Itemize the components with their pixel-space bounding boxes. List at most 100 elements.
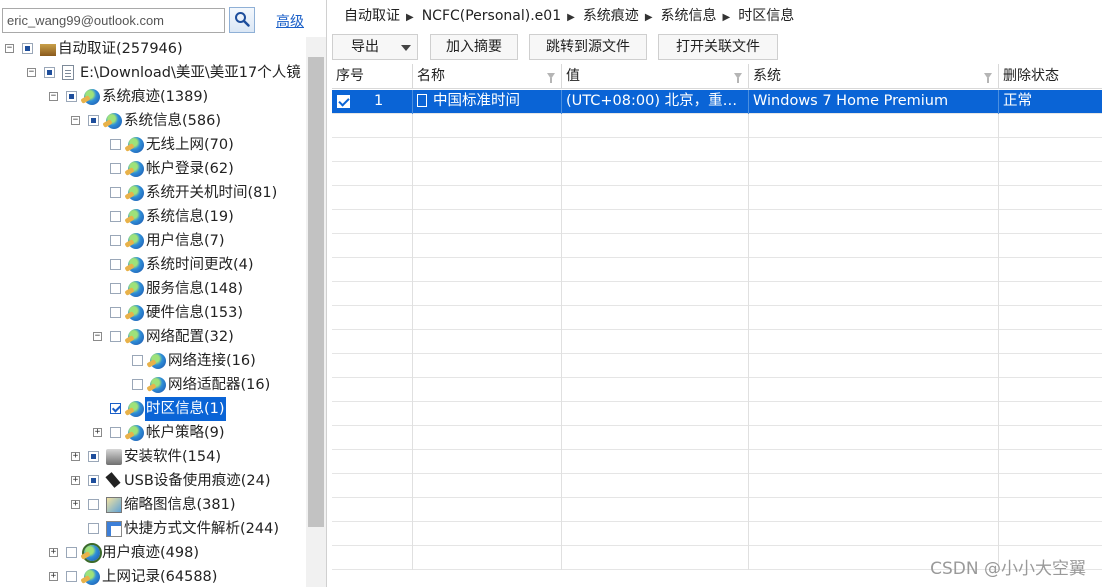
tree-checkbox[interactable] <box>66 91 77 102</box>
tree-checkbox[interactable] <box>132 379 143 390</box>
result-grid: 序号 名称 值 系统 删除状态 1 中国标准时间 (UTC+08:00) 北京，重庆… <box>332 64 1102 587</box>
tree-node[interactable]: 网络适配器(16) <box>0 373 306 397</box>
tree-checkbox[interactable] <box>88 523 99 534</box>
tree-checkbox[interactable] <box>66 571 77 582</box>
breadcrumb-item[interactable]: 自动取证 <box>344 8 400 24</box>
tree-node[interactable]: 服务信息(148) <box>0 277 306 301</box>
tree-node[interactable]: + 用户痕迹(498) <box>0 541 306 565</box>
open-related-file-button[interactable]: 打开关联文件 <box>658 34 778 60</box>
tree-node[interactable]: − 系统痕迹(1389) <box>0 85 306 109</box>
expand-icon[interactable]: + <box>71 500 80 509</box>
table-row-empty <box>332 210 1102 234</box>
tree-node[interactable]: 网络连接(16) <box>0 349 306 373</box>
empty-cell <box>413 234 562 258</box>
tree-checkbox[interactable] <box>110 283 121 294</box>
search-button[interactable] <box>229 7 255 33</box>
tree-checkbox[interactable] <box>110 427 121 438</box>
column-header-value[interactable]: 值 <box>562 64 749 89</box>
tree-checkbox[interactable] <box>110 139 121 150</box>
tree-checkbox[interactable] <box>110 259 121 270</box>
empty-cell <box>332 114 413 138</box>
empty-cell <box>749 498 999 522</box>
column-header-name[interactable]: 名称 <box>413 64 562 89</box>
tree-checkbox[interactable] <box>22 43 33 54</box>
tree-checkbox[interactable] <box>110 403 121 414</box>
tree-checkbox[interactable] <box>44 67 55 78</box>
tree-checkbox[interactable] <box>110 187 121 198</box>
jump-to-source-button[interactable]: 跳转到源文件 <box>529 34 647 60</box>
collapse-icon[interactable]: − <box>93 332 102 341</box>
breadcrumb-item[interactable]: 系统痕迹 <box>583 8 639 24</box>
case-icon <box>40 44 56 56</box>
collapse-icon[interactable]: − <box>71 116 80 125</box>
tree-node[interactable]: 系统信息(19) <box>0 205 306 229</box>
globe-icon <box>128 281 144 297</box>
tree-node[interactable]: − E:\Download\美亚\美亚17个人镜 <box>0 61 306 85</box>
tree-node[interactable]: − 自动取证(257946) <box>0 37 306 61</box>
breadcrumb-separator-icon: ▶ <box>406 12 414 23</box>
column-header-delete-status[interactable]: 删除状态 <box>999 64 1102 89</box>
tree-checkbox[interactable] <box>110 331 121 342</box>
collapse-icon[interactable]: − <box>5 44 14 53</box>
tree-checkbox[interactable] <box>66 547 77 558</box>
row-index: 1 <box>374 93 384 109</box>
tree-checkbox[interactable] <box>88 475 99 486</box>
expand-icon[interactable]: + <box>49 572 58 581</box>
tree-checkbox[interactable] <box>110 307 121 318</box>
breadcrumb-item[interactable]: 时区信息 <box>738 8 794 24</box>
advanced-search-link[interactable]: 高级 <box>276 11 304 31</box>
tree-node[interactable]: 时区信息(1) <box>0 397 306 421</box>
add-summary-button[interactable]: 加入摘要 <box>430 34 518 60</box>
tree-node[interactable]: 硬件信息(153) <box>0 301 306 325</box>
tree-node-label: 网络连接(16) <box>168 353 256 369</box>
collapse-icon[interactable]: − <box>27 68 36 77</box>
filter-icon[interactable] <box>734 73 742 83</box>
empty-cell <box>332 426 413 450</box>
column-header-system[interactable]: 系统 <box>749 64 999 89</box>
empty-cell <box>562 498 749 522</box>
empty-cell <box>749 234 999 258</box>
tree-node[interactable]: − 网络配置(32) <box>0 325 306 349</box>
empty-cell <box>332 234 413 258</box>
breadcrumb-item[interactable]: NCFC(Personal).e01 <box>422 8 561 24</box>
expand-icon[interactable]: + <box>71 476 80 485</box>
document-icon <box>417 94 427 107</box>
tree-checkbox[interactable] <box>88 499 99 510</box>
tree-node[interactable]: 无线上网(70) <box>0 133 306 157</box>
row-checkbox[interactable] <box>337 95 350 108</box>
tree-node[interactable]: 系统开关机时间(81) <box>0 181 306 205</box>
empty-cell <box>749 354 999 378</box>
column-header-index[interactable]: 序号 <box>332 64 413 89</box>
tree-node[interactable]: + 帐户策略(9) <box>0 421 306 445</box>
table-row[interactable]: 1 中国标准时间 (UTC+08:00) 北京，重庆… Windows 7 Home … <box>332 90 1102 114</box>
tree-node[interactable]: − 系统信息(586) <box>0 109 306 133</box>
tree-node[interactable]: + 安装软件(154) <box>0 445 306 469</box>
tree-checkbox[interactable] <box>88 115 99 126</box>
breadcrumb-item[interactable]: 系统信息 <box>661 8 717 24</box>
filter-icon[interactable] <box>547 73 555 83</box>
tree-node[interactable]: 用户信息(7) <box>0 229 306 253</box>
expand-icon[interactable]: + <box>71 452 80 461</box>
tree-checkbox[interactable] <box>110 211 121 222</box>
tree-node[interactable]: + 缩略图信息(381) <box>0 493 306 517</box>
search-input[interactable] <box>2 8 225 33</box>
tree-checkbox[interactable] <box>88 451 99 462</box>
tree-node[interactable]: 系统时间更改(4) <box>0 253 306 277</box>
expand-icon[interactable]: + <box>93 428 102 437</box>
empty-cell <box>999 186 1102 210</box>
tree-node[interactable]: 快捷方式文件解析(244) <box>0 517 306 541</box>
empty-cell <box>999 498 1102 522</box>
tree-checkbox[interactable] <box>110 235 121 246</box>
collapse-icon[interactable]: − <box>49 92 58 101</box>
expand-icon[interactable]: + <box>49 548 58 557</box>
tree-node[interactable]: + USB设备使用痕迹(24) <box>0 469 306 493</box>
tree-scrollbar[interactable] <box>306 37 326 587</box>
tree-node[interactable]: 帐户登录(62) <box>0 157 306 181</box>
tree-node[interactable]: + 上网记录(64588) <box>0 565 306 587</box>
export-dropdown-button[interactable]: 导出 <box>332 34 418 60</box>
filter-icon[interactable] <box>984 73 992 83</box>
tree-scroll-thumb[interactable] <box>308 57 324 527</box>
tree-checkbox[interactable] <box>110 163 121 174</box>
globe-icon <box>128 329 144 345</box>
tree-checkbox[interactable] <box>132 355 143 366</box>
